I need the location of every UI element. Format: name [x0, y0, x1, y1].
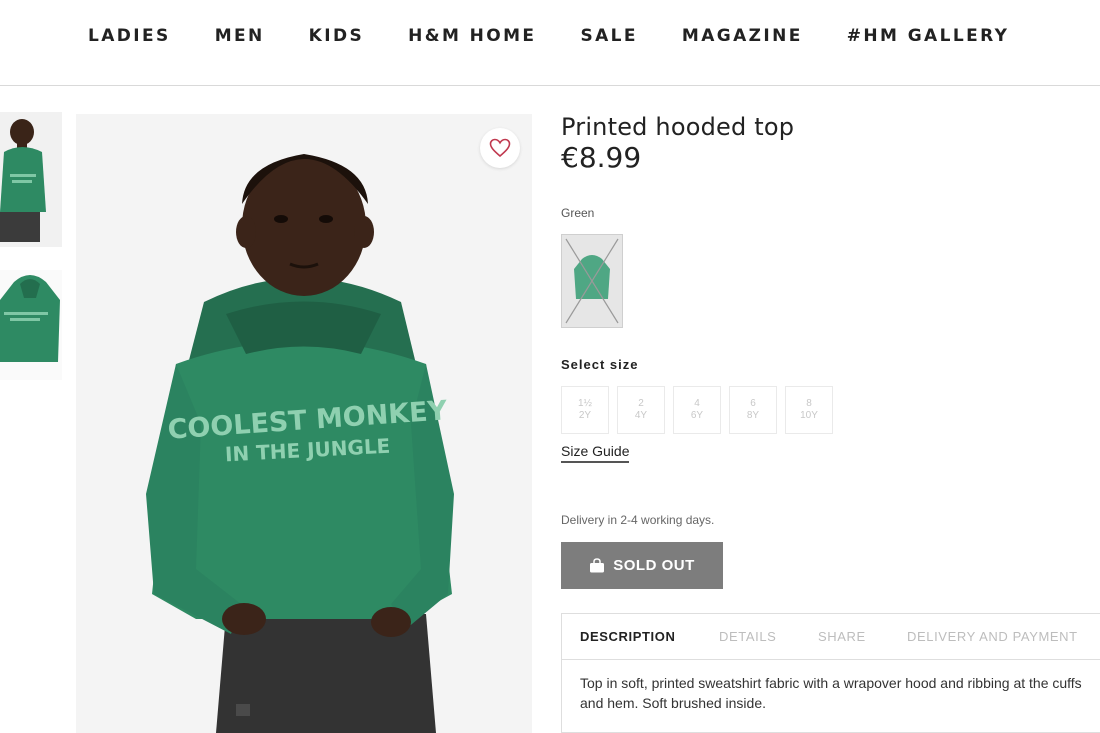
size-guide-link[interactable]: Size Guide	[561, 443, 630, 463]
tab-details[interactable]: DETAILS	[719, 629, 776, 644]
size-option-top: 2	[638, 398, 644, 409]
size-option-4y[interactable]: 2 4Y	[617, 386, 665, 434]
size-option-top: 4	[694, 398, 700, 409]
sold-out-button[interactable]: SOLD OUT	[561, 542, 723, 589]
main-product-image[interactable]: COOLEST MONKEY IN THE JUNGLE	[76, 114, 532, 733]
nav-item-hm-home[interactable]: H&M HOME	[408, 26, 536, 46]
size-option-bottom: 4Y	[634, 410, 648, 421]
size-option-bottom: 8Y	[746, 410, 760, 421]
select-size-label: Select size	[561, 357, 639, 372]
nav-item-men[interactable]: MEN	[215, 26, 265, 46]
size-option-10y[interactable]: 8 10Y	[785, 386, 833, 434]
product-title: Printed hooded top	[561, 113, 795, 141]
nav-item-sale[interactable]: SALE	[580, 26, 637, 46]
top-navigation: LADIES MEN KIDS H&M HOME SALE MAGAZINE #…	[0, 0, 1100, 86]
tab-description[interactable]: DESCRIPTION	[580, 629, 675, 644]
size-option-top: 1½	[578, 398, 592, 409]
thumbnail-model-illustration	[0, 112, 62, 247]
size-option-bottom: 6Y	[690, 410, 704, 421]
size-option-8y[interactable]: 6 8Y	[729, 386, 777, 434]
size-option-top: 6	[750, 398, 756, 409]
nav-menu: LADIES MEN KIDS H&M HOME SALE MAGAZINE #…	[88, 26, 1053, 46]
size-options: 1½ 2Y 2 4Y 4 6Y 6 8Y 8 10Y	[561, 386, 841, 434]
tab-delivery-and-payment[interactable]: DELIVERY AND PAYMENT	[907, 629, 1078, 644]
product-price: €8.99	[561, 141, 642, 174]
model-wearing-hoodie-illustration: COOLEST MONKEY IN THE JUNGLE	[76, 114, 532, 733]
product-details-panel: DESCRIPTION DETAILS SHARE DELIVERY AND P…	[561, 613, 1100, 733]
thumbnail-product-image[interactable]	[0, 270, 62, 380]
size-option-bottom: 2Y	[578, 410, 592, 421]
size-option-2y[interactable]: 1½ 2Y	[561, 386, 609, 434]
nav-item-ladies[interactable]: LADIES	[88, 26, 171, 46]
delivery-info: Delivery in 2-4 working days.	[561, 513, 715, 527]
nav-item-magazine[interactable]: MAGAZINE	[682, 26, 803, 46]
nav-item-kids[interactable]: KIDS	[309, 26, 364, 46]
color-name-label: Green	[561, 206, 595, 220]
product-description: Top in soft, printed sweatshirt fabric w…	[580, 675, 1082, 711]
tab-share[interactable]: SHARE	[818, 629, 866, 644]
heart-icon	[489, 138, 511, 158]
swatch-hoodie-thumbnail	[562, 235, 622, 327]
size-option-bottom: 10Y	[800, 410, 818, 421]
thumbnail-model-image[interactable]	[0, 112, 62, 247]
favourite-button[interactable]	[480, 128, 520, 168]
thumbnail-hoodie-illustration	[0, 270, 62, 380]
color-swatch-green[interactable]	[561, 234, 623, 328]
details-tabs: DESCRIPTION DETAILS SHARE DELIVERY AND P…	[562, 614, 1100, 660]
nav-item-hm-gallery[interactable]: #HM GALLERY	[847, 26, 1010, 46]
sold-out-label: SOLD OUT	[613, 557, 695, 574]
size-option-6y[interactable]: 4 6Y	[673, 386, 721, 434]
size-option-top: 8	[806, 398, 812, 409]
shopping-bag-icon	[590, 558, 605, 573]
